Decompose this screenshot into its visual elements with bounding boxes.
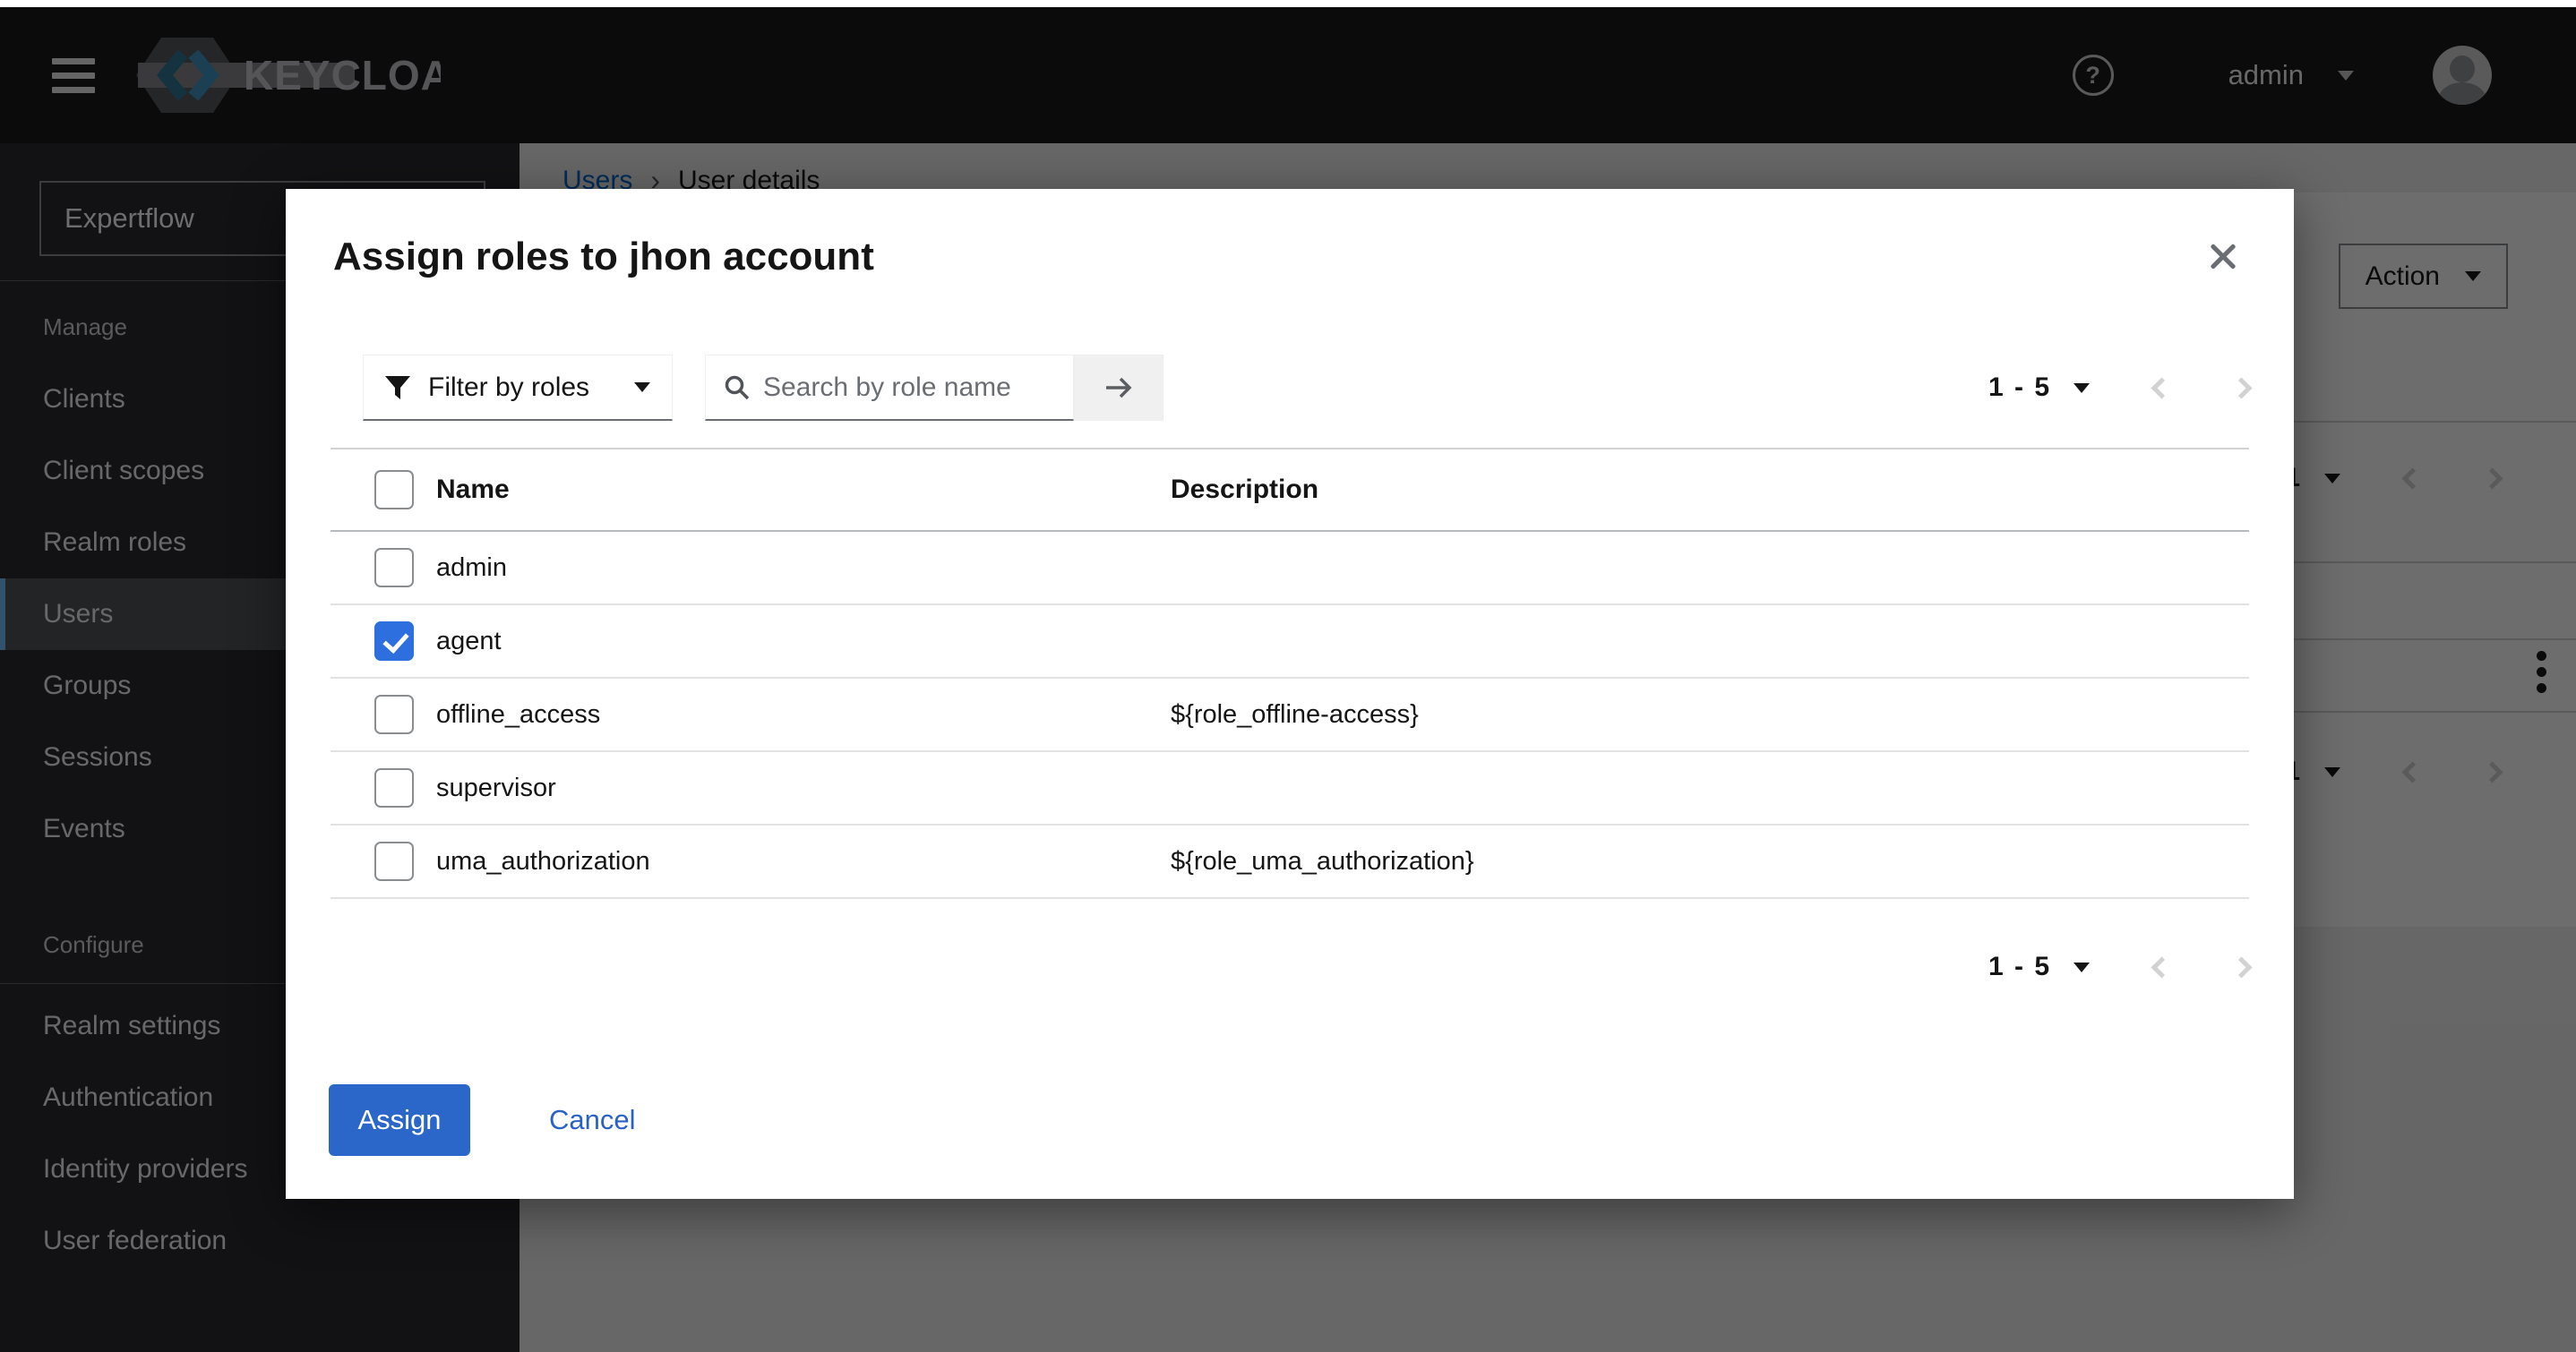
modal-pagination-bottom: 1 - 5 [1988, 952, 2249, 982]
roles-table: Name Description admin agent offline_acc… [331, 448, 2249, 899]
modal-header: Assign roles to jhon account [286, 189, 2294, 278]
filter-label: Filter by roles [428, 372, 589, 403]
cancel-button[interactable]: Cancel [549, 1104, 636, 1136]
row-checkbox[interactable] [374, 768, 414, 808]
role-name: agent [436, 627, 1171, 656]
search-input[interactable] [763, 372, 1073, 403]
role-name: supervisor [436, 774, 1171, 803]
assign-button[interactable]: Assign [329, 1084, 470, 1156]
row-checkbox[interactable] [374, 621, 414, 661]
pagination-caret-icon[interactable] [2074, 963, 2090, 972]
close-icon[interactable] [2206, 239, 2240, 273]
column-description: Description [1171, 475, 2249, 505]
filter-caret-icon [634, 382, 650, 392]
modal-toolbar: Filter by roles [363, 355, 2249, 421]
role-name: uma_authorization [436, 847, 1171, 877]
table-row: supervisor [331, 752, 2249, 826]
previous-page-icon[interactable] [2151, 956, 2172, 978]
modal-pagination-top: 1 - 5 [1988, 372, 2249, 403]
column-name: Name [436, 475, 1171, 505]
arrow-right-icon [1103, 373, 1135, 402]
assign-roles-modal: Assign roles to jhon account Filter by r… [286, 189, 2294, 1199]
role-name: admin [436, 553, 1171, 583]
row-checkbox[interactable] [374, 695, 414, 734]
role-description: ${role_offline-access} [1171, 700, 2249, 730]
search-submit-button[interactable] [1074, 355, 1163, 421]
role-name: offline_access [436, 700, 1171, 730]
table-row: agent [331, 605, 2249, 679]
previous-page-icon[interactable] [2151, 377, 2172, 398]
search-box [705, 355, 1074, 421]
pagination-range: 1 - 5 [1988, 372, 2051, 403]
table-header-row: Name Description [331, 449, 2249, 532]
select-all-checkbox[interactable] [374, 470, 414, 509]
screen: KEYCLOAK ? admin Expertflow Manage Clien… [0, 0, 2576, 1352]
search-group [705, 355, 1163, 421]
row-checkbox[interactable] [374, 548, 414, 587]
pagination-range: 1 - 5 [1988, 952, 2051, 982]
table-row: uma_authorization ${role_uma_authorizati… [331, 826, 2249, 899]
filter-icon [385, 375, 410, 400]
search-icon [724, 374, 751, 401]
row-checkbox[interactable] [374, 842, 414, 881]
modal-footer: Assign Cancel [286, 1084, 2294, 1199]
table-row: admin [331, 532, 2249, 605]
next-page-icon[interactable] [2230, 377, 2252, 398]
modal-title: Assign roles to jhon account [333, 235, 2244, 278]
pagination-caret-icon[interactable] [2074, 383, 2090, 393]
role-description: ${role_uma_authorization} [1171, 847, 2249, 877]
filter-by-roles-dropdown[interactable]: Filter by roles [363, 355, 673, 421]
next-page-icon[interactable] [2230, 956, 2252, 978]
table-row: offline_access ${role_offline-access} [331, 679, 2249, 752]
modal-pagination-bottom-row: 1 - 5 [286, 931, 2249, 1003]
